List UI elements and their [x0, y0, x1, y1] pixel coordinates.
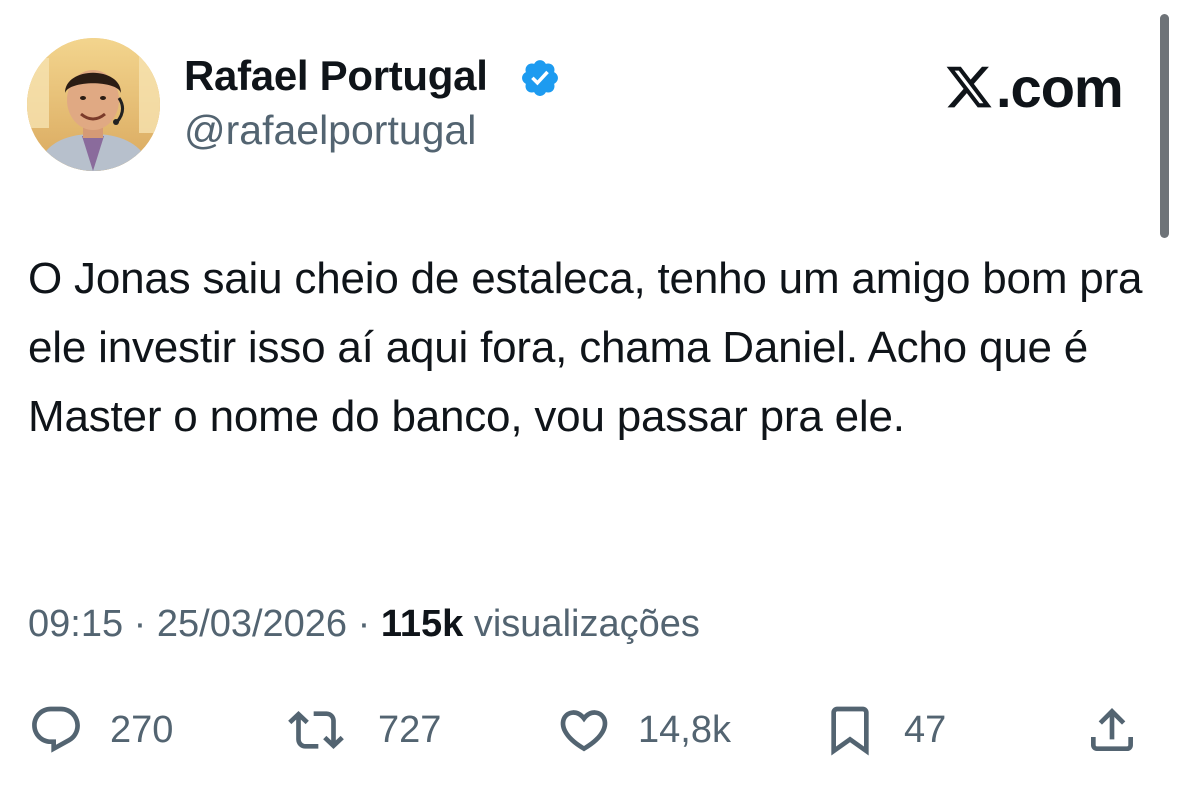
scrollbar[interactable]	[1160, 14, 1169, 238]
tweet-time[interactable]: 09:15	[28, 603, 123, 645]
retweet-button[interactable]: 727	[288, 700, 441, 760]
like-button[interactable]: 14,8k	[556, 700, 731, 760]
bookmark-button[interactable]: 47	[822, 700, 946, 760]
share-icon	[1091, 708, 1133, 751]
tweet-text: O Jonas saiu cheio de estaleca, tenho um…	[28, 254, 1143, 441]
share-button[interactable]	[1084, 700, 1140, 760]
brand-watermark: .com	[944, 55, 1124, 119]
retweet-count: 727	[378, 708, 442, 751]
x-logo-icon	[946, 66, 992, 108]
meta-separator: ·	[123, 603, 157, 645]
heart-icon	[560, 710, 608, 752]
meta-separator: ·	[347, 603, 381, 645]
action-bar: 270 727 14,8k 47	[0, 700, 1179, 760]
reply-icon	[32, 706, 80, 753]
views-label: visualizações	[463, 603, 700, 645]
reply-count: 270	[110, 708, 174, 751]
verified-badge-icon	[522, 60, 558, 96]
like-count: 14,8k	[638, 708, 731, 751]
author-handle[interactable]: @rafaelportugal	[184, 107, 476, 154]
tweet-screenshot: Rafael Portugal @rafaelportugal .com O J…	[0, 0, 1179, 786]
bookmark-count: 47	[904, 708, 947, 751]
avatar-image	[27, 38, 160, 171]
retweet-icon	[288, 711, 344, 749]
views-count[interactable]: 115k	[381, 603, 463, 645]
tweet-meta: 09:15 · 25/03/2026 · 115k visualizações	[28, 603, 700, 646]
tweet-date[interactable]: 25/03/2026	[157, 603, 347, 645]
avatar[interactable]	[27, 38, 160, 171]
bookmark-icon	[831, 706, 869, 756]
brand-text: .com	[996, 55, 1124, 119]
reply-button[interactable]: 270	[28, 700, 173, 760]
author-name[interactable]: Rafael Portugal	[184, 52, 488, 100]
